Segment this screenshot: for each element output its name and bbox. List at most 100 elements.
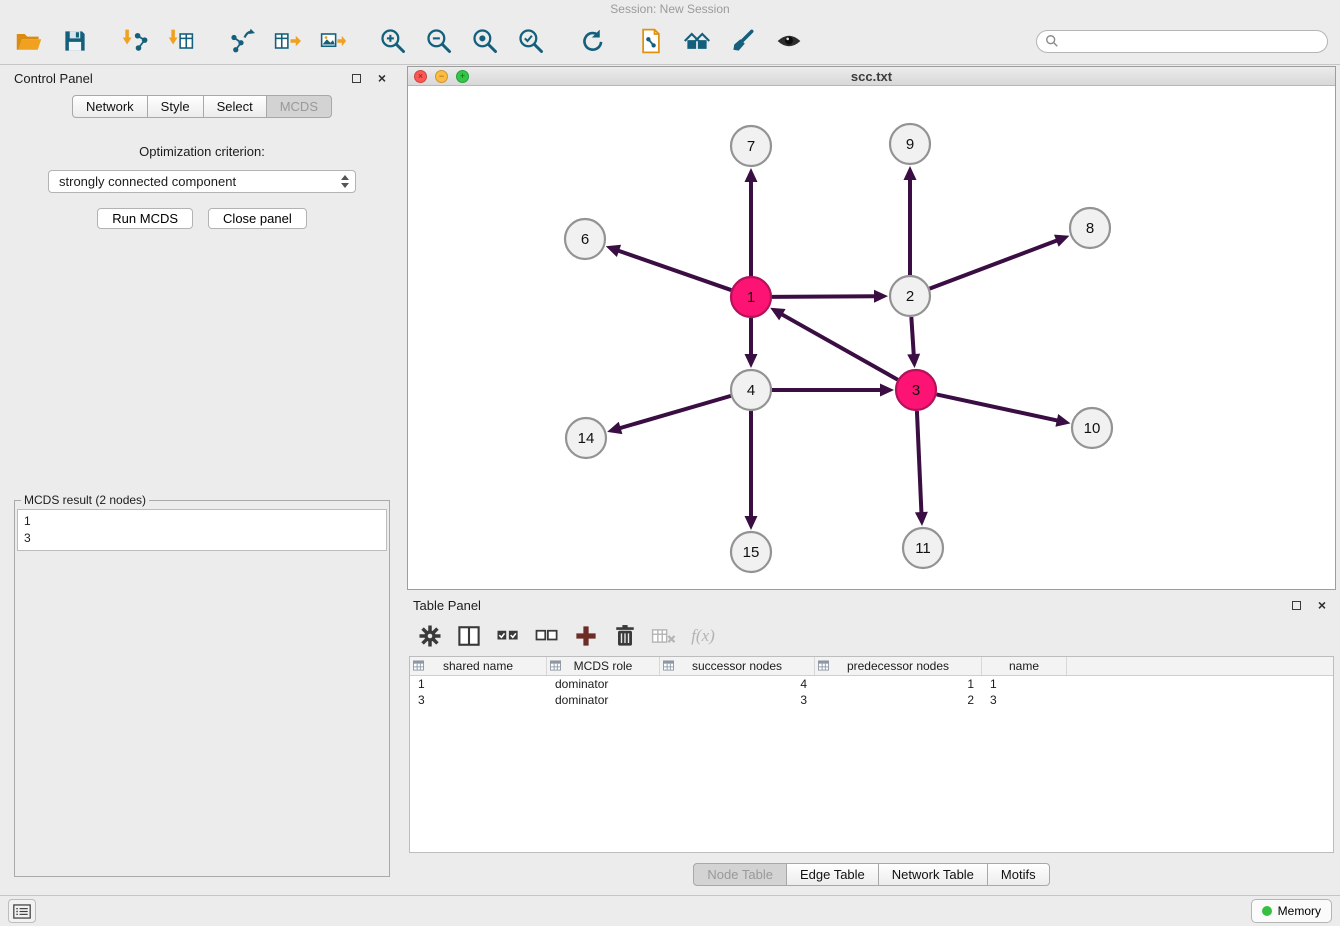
save-session-icon[interactable] [58, 24, 92, 58]
refresh-view-icon[interactable] [574, 24, 608, 58]
search-input[interactable] [1064, 34, 1319, 48]
paintbrush-icon[interactable] [726, 24, 760, 58]
mcds-result-box: MCDS result (2 nodes) 13 [14, 493, 390, 877]
graph-node-1[interactable]: 1 [731, 277, 771, 317]
export-table-icon[interactable] [270, 24, 304, 58]
import-network-icon[interactable] [118, 24, 152, 58]
export-image-icon[interactable] [316, 24, 350, 58]
search-box[interactable] [1036, 30, 1328, 53]
control-panel-tabs: NetworkStyleSelectMCDS [8, 95, 396, 118]
delete-column-icon[interactable] [649, 621, 679, 651]
zoom-selected-icon[interactable] [514, 24, 548, 58]
close-control-panel-icon[interactable]: × [374, 70, 390, 86]
svg-text:3: 3 [912, 382, 920, 399]
column-label: shared name [443, 659, 513, 673]
close-panel-button[interactable]: Close panel [208, 208, 307, 229]
graph-node-15[interactable]: 15 [731, 532, 771, 572]
table-tab-node-table[interactable]: Node Table [693, 863, 787, 886]
graph-node-10[interactable]: 10 [1072, 408, 1112, 448]
table-row[interactable]: 3dominator323 [410, 692, 1333, 708]
traffic-lights: ×−+ [414, 70, 469, 83]
graph-edge-3-10[interactable] [937, 394, 1071, 426]
table-cell: 1 [815, 677, 982, 691]
column-header-shared-name[interactable]: shared name [410, 657, 547, 675]
export-network-icon[interactable] [224, 24, 258, 58]
toolbar-group [574, 24, 608, 58]
graph-edge-2-9[interactable] [904, 166, 917, 275]
graph-node-11[interactable]: 11 [903, 528, 943, 568]
clear-selection-icon[interactable] [532, 621, 562, 651]
minimize-window-button[interactable]: − [435, 70, 448, 83]
graph-edge-4-15[interactable] [745, 411, 758, 530]
search-icon [1045, 34, 1059, 48]
graph-node-3[interactable]: 3 [896, 370, 936, 410]
graph-node-2[interactable]: 2 [890, 276, 930, 316]
svg-text:2: 2 [906, 288, 914, 305]
zoom-out-icon[interactable] [422, 24, 456, 58]
graph-edge-4-3[interactable] [772, 384, 894, 397]
table-settings-icon[interactable] [415, 621, 445, 651]
houses-icon[interactable] [680, 24, 714, 58]
automation-panel-button[interactable] [8, 899, 36, 923]
table-toolbar: f(x) [407, 616, 1336, 656]
zoom-in-icon[interactable] [376, 24, 410, 58]
float-panel-icon[interactable] [348, 70, 364, 86]
graph-edge-1-4[interactable] [745, 318, 758, 368]
column-edit-icon [818, 660, 829, 671]
table-cell: dominator [547, 677, 660, 691]
document-network-icon[interactable] [634, 24, 668, 58]
graph-edge-1-7[interactable] [745, 168, 758, 276]
add-row-icon[interactable] [571, 621, 601, 651]
table-cell: 1 [982, 677, 1067, 691]
graph-edge-3-1[interactable] [770, 308, 898, 380]
graph-node-14[interactable]: 14 [566, 418, 606, 458]
memory-button[interactable]: Memory [1251, 899, 1332, 923]
graph-node-8[interactable]: 8 [1070, 208, 1110, 248]
table-panel: Table Panel × f(x) shared nameMCDS roles… [407, 594, 1336, 892]
function-builder-icon[interactable]: f(x) [688, 621, 718, 651]
eye-icon[interactable] [772, 24, 806, 58]
tab-network[interactable]: Network [72, 95, 148, 118]
table-tab-network-table[interactable]: Network Table [878, 863, 988, 886]
table-row[interactable]: 1dominator411 [410, 676, 1333, 692]
graph-node-6[interactable]: 6 [565, 219, 605, 259]
tab-style[interactable]: Style [147, 95, 204, 118]
column-header-MCDS-role[interactable]: MCDS role [547, 657, 660, 675]
import-table-icon[interactable] [164, 24, 198, 58]
table-tab-motifs[interactable]: Motifs [987, 863, 1050, 886]
close-table-panel-icon[interactable]: × [1314, 597, 1330, 613]
criterion-dropdown[interactable]: strongly connected component [48, 170, 356, 193]
main-toolbar-icons [12, 24, 832, 58]
main-toolbar [0, 18, 1340, 65]
graph-edge-2-8[interactable] [930, 235, 1070, 289]
float-table-panel-icon[interactable] [1288, 597, 1304, 613]
table-tab-edge-table[interactable]: Edge Table [786, 863, 879, 886]
column-header-name[interactable]: name [982, 657, 1067, 675]
zoom-window-button[interactable]: + [456, 70, 469, 83]
delete-icon[interactable] [610, 621, 640, 651]
select-all-icon[interactable] [493, 621, 523, 651]
show-columns-icon[interactable] [454, 621, 484, 651]
column-label: predecessor nodes [847, 659, 949, 673]
run-mcds-button[interactable]: Run MCDS [97, 208, 193, 229]
graph-edge-2-3[interactable] [907, 317, 920, 368]
graph-node-7[interactable]: 7 [731, 126, 771, 166]
table-cell: 1 [410, 677, 547, 691]
network-canvas[interactable]: 7 9 6 8 1 2 4 3 14 10 15 11 [408, 86, 1335, 589]
toolbar-group [376, 24, 548, 58]
graph-edge-1-6[interactable] [606, 245, 731, 290]
open-session-icon[interactable] [12, 24, 46, 58]
close-window-button[interactable]: × [414, 70, 427, 83]
tab-select[interactable]: Select [203, 95, 267, 118]
column-header-successor-nodes[interactable]: successor nodes [660, 657, 815, 675]
graph-edge-1-2[interactable] [772, 290, 888, 303]
column-header-predecessor-nodes[interactable]: predecessor nodes [815, 657, 982, 675]
table-tabs: Node TableEdge TableNetwork TableMotifs [407, 863, 1336, 886]
graph-edge-3-11[interactable] [915, 411, 928, 526]
zoom-fit-icon[interactable] [468, 24, 502, 58]
network-window: ×−+ scc.txt 7968124314101511 [407, 66, 1336, 590]
graph-node-9[interactable]: 9 [890, 124, 930, 164]
graph-node-4[interactable]: 4 [731, 370, 771, 410]
graph-edge-4-14[interactable] [607, 396, 731, 434]
tab-mcds[interactable]: MCDS [266, 95, 332, 118]
